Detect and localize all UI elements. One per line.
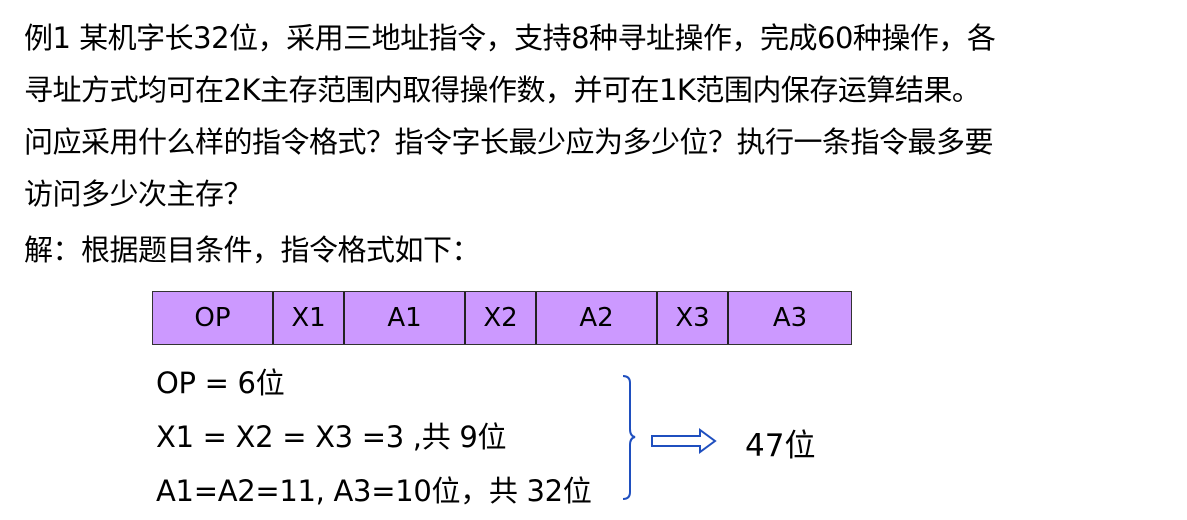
equation-a: A1=A2=11, A3=10位，共 32位 (156, 474, 592, 508)
field-a3: A3 (729, 292, 851, 344)
equation-op: OP = 6位 (156, 366, 285, 400)
problem-line: 访问多少次主存？ (24, 177, 253, 211)
double-arrow-icon (651, 428, 717, 454)
field-x1: X1 (274, 292, 345, 344)
field-x2: X2 (466, 292, 537, 344)
equation-x: X1 = X2 = X3 =3 ,共 9位 (156, 420, 507, 454)
problem-statement: 例1 某机字长32位，采用三地址指令，支持8种寻址操作，完成60种操作，各 寻址… (24, 12, 1164, 220)
right-brace-icon (622, 375, 636, 500)
problem-line: 寻址方式均可在2K主存范围内取得操作数，并可在1K范围内保存运算结果。 (24, 73, 981, 107)
field-a2: A2 (537, 292, 658, 344)
result-total: 47位 (745, 428, 816, 464)
problem-line: 问应采用什么样的指令格式？指令字长最少应为多少位？执行一条指令最多要 (24, 125, 994, 159)
instruction-format-diagram: OP X1 A1 X2 A2 X3 A3 (152, 291, 852, 345)
field-op: OP (153, 292, 274, 344)
field-x3: X3 (658, 292, 729, 344)
problem-line: 例1 某机字长32位，采用三地址指令，支持8种寻址操作，完成60种操作，各 (24, 21, 996, 55)
field-a1: A1 (345, 292, 466, 344)
solution-intro: 解：根据题目条件，指令格式如下： (24, 233, 481, 267)
